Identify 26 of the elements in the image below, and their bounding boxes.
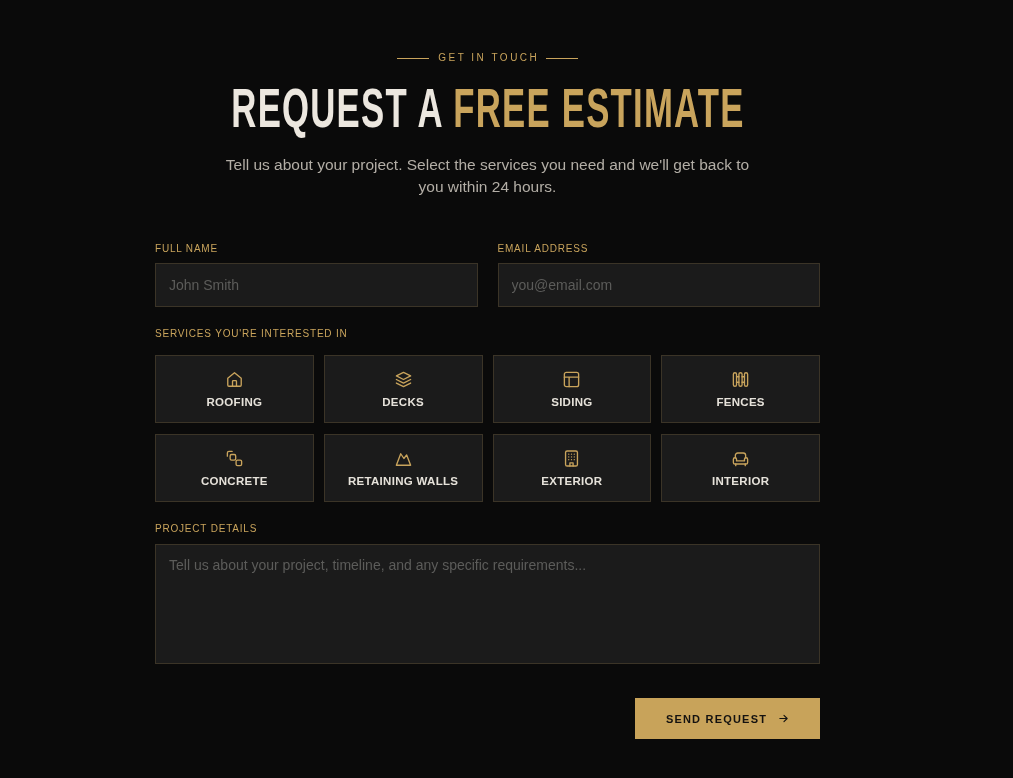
field-label: SERVICES YOU'RE INTERESTED IN xyxy=(155,328,349,340)
field-label: FULL NAME xyxy=(155,243,219,255)
service-option[interactable]: FENCES xyxy=(661,355,820,423)
service-option[interactable]: EXTERIOR xyxy=(492,434,652,502)
sofa-icon xyxy=(731,449,751,468)
fence-icon xyxy=(731,370,751,389)
page-title: REQUEST A FREE ESTIMATE xyxy=(230,78,745,138)
layers-icon xyxy=(393,370,413,389)
service-option[interactable]: RETAINING WALLS xyxy=(323,434,483,502)
field-label: PROJECT DETAILS xyxy=(155,523,259,535)
service-option[interactable]: CONCRETE xyxy=(155,434,314,502)
blocks-icon xyxy=(224,449,244,468)
service-option[interactable]: ROOFING xyxy=(155,355,314,423)
details-field[interactable]: Tell us about your project, timeline, and any specific requirements... xyxy=(155,544,820,664)
service-option[interactable]: SIDING xyxy=(492,355,652,423)
arrow-right-icon xyxy=(778,713,790,724)
name-field[interactable]: John Smith xyxy=(155,263,478,307)
section-eyebrow: GET IN TOUCH xyxy=(438,51,540,65)
field-label: EMAIL ADDRESS xyxy=(497,243,590,255)
house-icon xyxy=(224,370,244,389)
service-option[interactable]: INTERIOR xyxy=(661,434,820,502)
service-option[interactable]: DECKS xyxy=(323,355,483,423)
email-field[interactable]: you@email.com xyxy=(497,263,820,307)
panel-layout-icon xyxy=(562,370,582,389)
intro-text: Tell us about your project. Select the services you need and we'll get back to you within 24 hours. xyxy=(224,155,751,197)
send-request-button[interactable]: SEND REQUEST xyxy=(635,698,820,739)
